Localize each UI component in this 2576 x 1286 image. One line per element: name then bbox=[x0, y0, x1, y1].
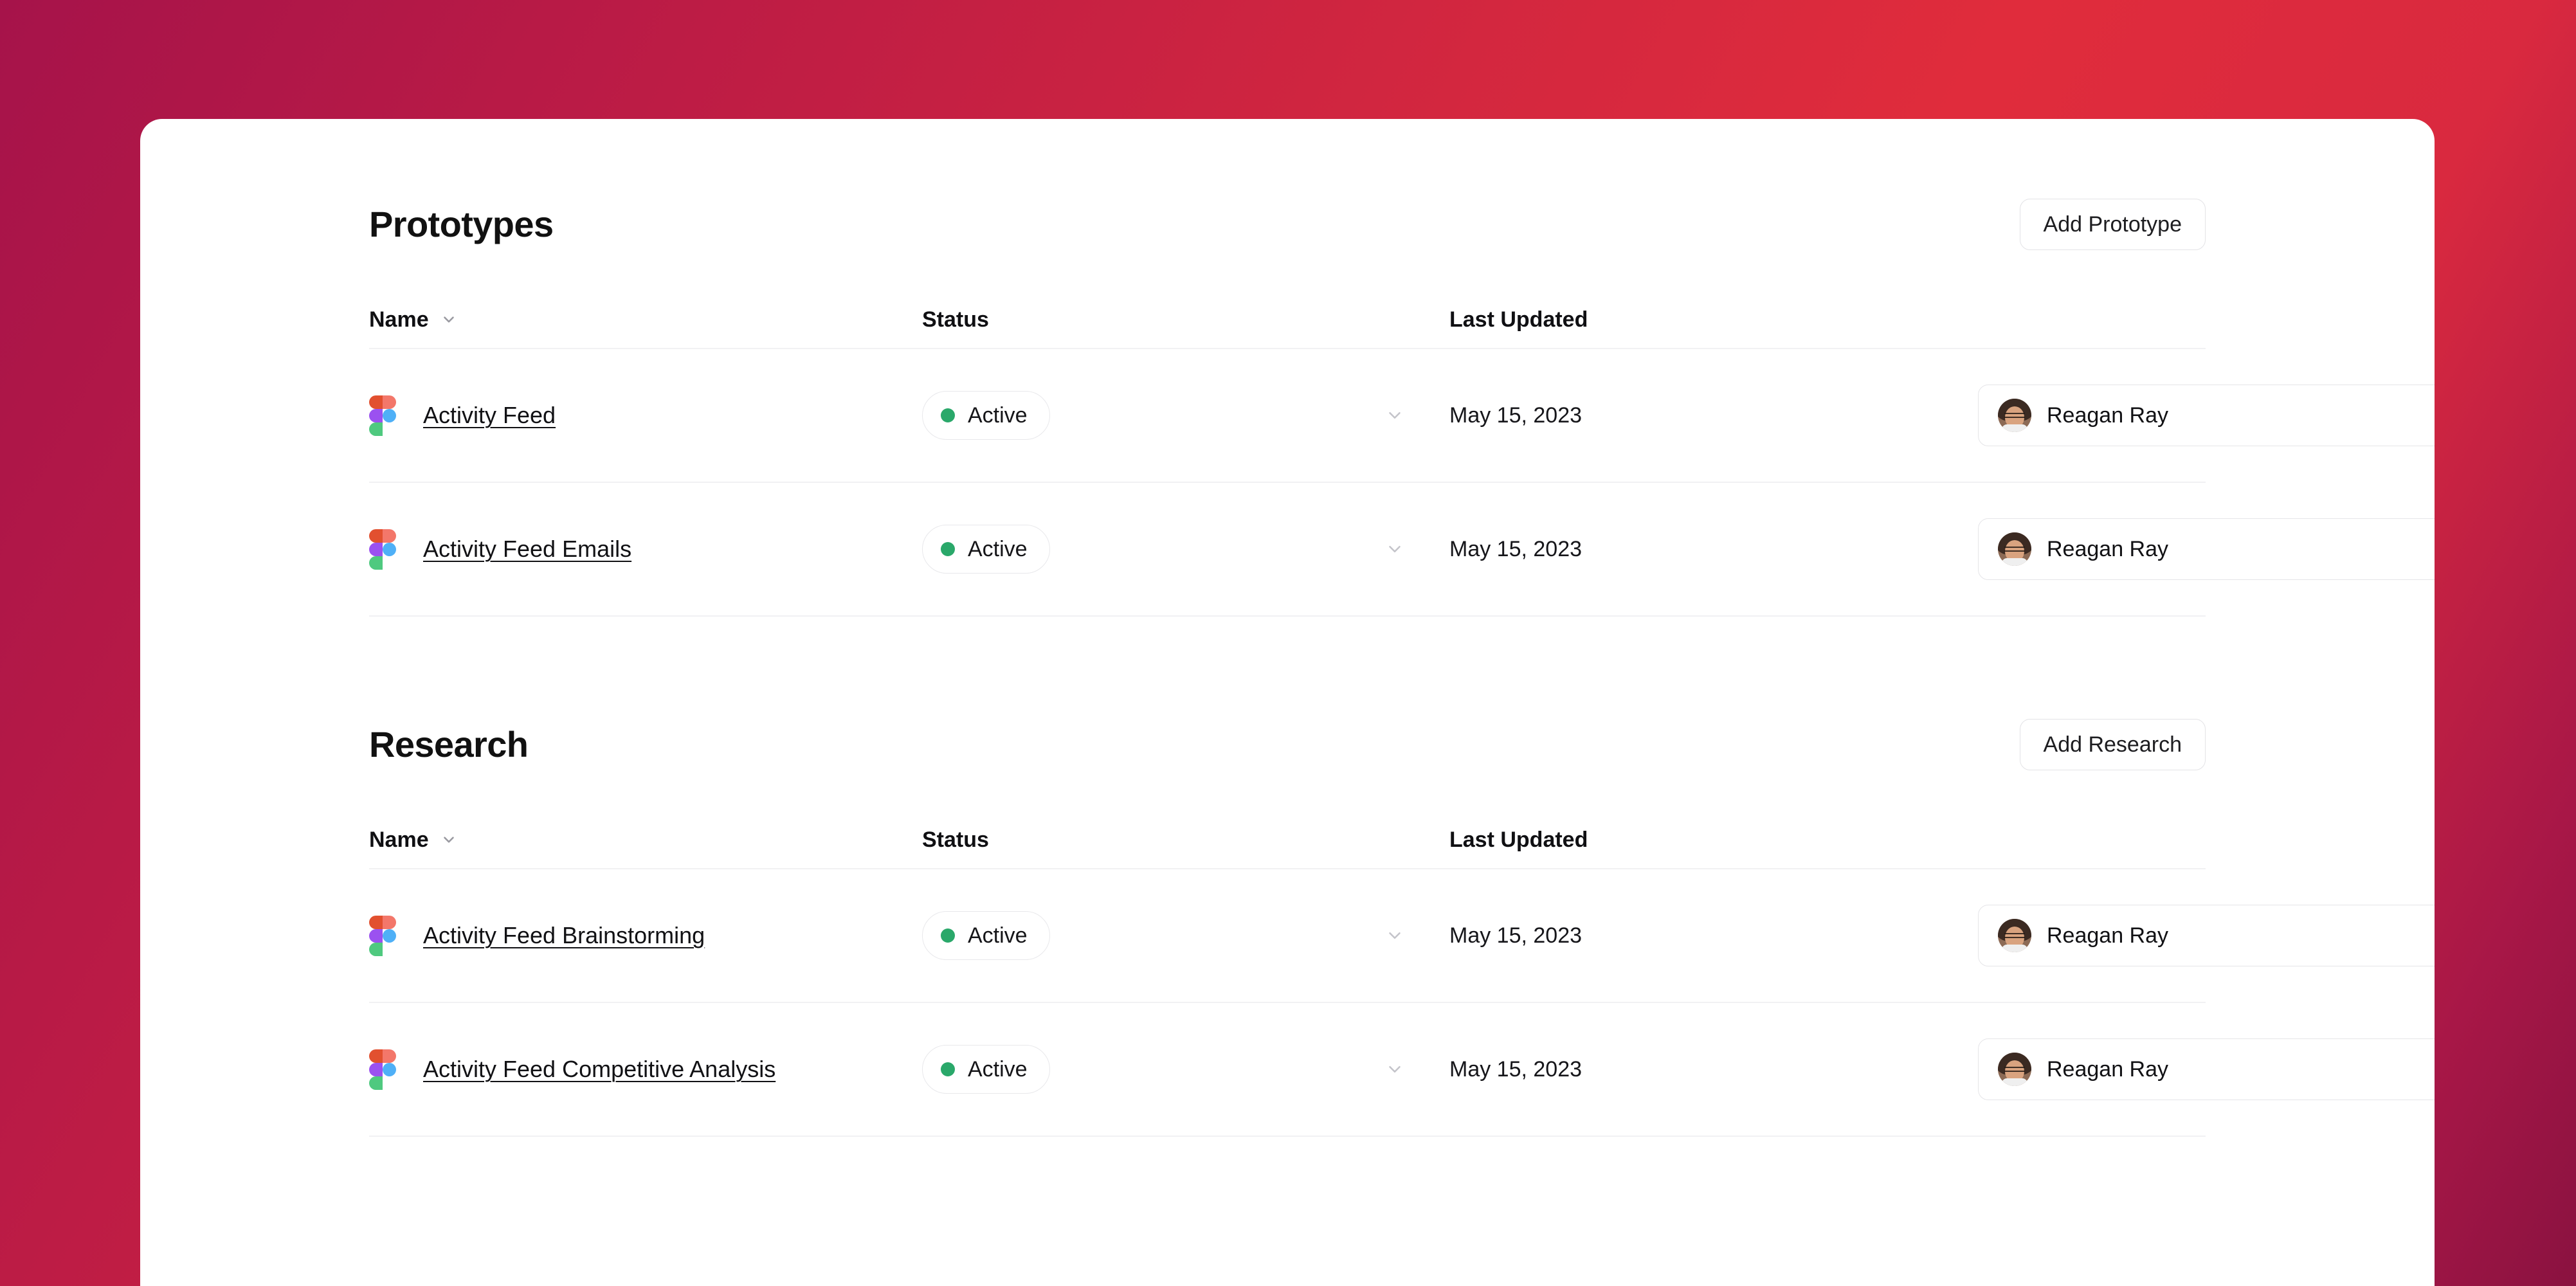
column-header-last-updated: Last Updated bbox=[1449, 307, 1588, 332]
prototype-name-link[interactable]: Activity Feed Emails bbox=[423, 536, 631, 563]
add-research-button[interactable]: Add Research bbox=[2019, 719, 2206, 770]
status-chevron-down-icon[interactable] bbox=[1385, 406, 1404, 425]
column-header-name[interactable]: Name bbox=[369, 828, 922, 853]
status-badge[interactable]: Active bbox=[922, 391, 1050, 440]
chevron-down-icon[interactable] bbox=[440, 311, 457, 328]
table-header-row: Name Status Last Updated bbox=[369, 811, 2206, 869]
status-dot-icon bbox=[941, 542, 955, 556]
column-header-last-updated: Last Updated bbox=[1449, 827, 1588, 852]
chevron-down-icon[interactable] bbox=[440, 831, 457, 848]
owner-name: Reagan Ray bbox=[2047, 1056, 2169, 1082]
figma-icon bbox=[369, 395, 396, 436]
table-header-row: Name Status Last Updated bbox=[369, 291, 2206, 349]
cell-last-updated: May 15, 2023 bbox=[1449, 923, 1583, 948]
status-chevron-down-icon[interactable] bbox=[1385, 1060, 1404, 1079]
table-row: Activity Feed Brainstorming Active May 1… bbox=[369, 869, 2435, 1003]
column-header-status: Status bbox=[922, 827, 989, 852]
research-table: Name Status Last Updated Activity Feed B… bbox=[369, 811, 2435, 1137]
owner-select[interactable]: Reagan Ray bbox=[1978, 1038, 2435, 1100]
column-header-status: Status bbox=[922, 307, 989, 332]
content-card: Prototypes Add Prototype Name Status Las… bbox=[140, 119, 2435, 1286]
cell-last-updated: May 15, 2023 bbox=[1449, 536, 1583, 561]
research-name-link[interactable]: Activity Feed Brainstorming bbox=[423, 922, 705, 949]
owner-select[interactable]: Reagan Ray bbox=[1978, 905, 2435, 966]
owner-select[interactable]: Reagan Ray bbox=[1978, 385, 2435, 446]
column-header-name-label: Name bbox=[369, 827, 429, 852]
cell-name: Activity Feed bbox=[369, 395, 922, 436]
cell-name: Activity Feed Emails bbox=[369, 529, 922, 570]
avatar bbox=[1998, 919, 2031, 952]
status-dot-icon bbox=[941, 1062, 955, 1076]
table-row: Activity Feed Competitive Analysis Activ… bbox=[369, 1003, 2435, 1137]
owner-name: Reagan Ray bbox=[2047, 923, 2169, 948]
owner-name: Reagan Ray bbox=[2047, 403, 2169, 428]
status-badge[interactable]: Active bbox=[922, 1045, 1050, 1094]
owner-select[interactable]: Reagan Ray bbox=[1978, 518, 2435, 580]
status-chevron-down-icon[interactable] bbox=[1385, 926, 1404, 945]
section-title-research: Research bbox=[369, 724, 529, 765]
table-row: Activity Feed Emails Active May 15, 2023 bbox=[369, 483, 2435, 617]
cell-owner: Reagan Ray bbox=[1978, 905, 2435, 966]
cell-status: Active bbox=[922, 1045, 1449, 1094]
figma-icon bbox=[369, 529, 396, 570]
page-title: Prototypes bbox=[369, 204, 554, 244]
column-header-name[interactable]: Name bbox=[369, 307, 922, 332]
cell-status: Active bbox=[922, 911, 1449, 960]
section-prototypes: Prototypes Add Prototype Name Status Las… bbox=[369, 190, 2435, 617]
status-dot-icon bbox=[941, 928, 955, 943]
avatar bbox=[1998, 1053, 2031, 1086]
status-badge[interactable]: Active bbox=[922, 911, 1050, 960]
figma-icon bbox=[369, 916, 396, 956]
column-header-name-label: Name bbox=[369, 307, 429, 332]
status-label: Active bbox=[968, 923, 1028, 948]
cell-last-updated: May 15, 2023 bbox=[1449, 403, 1583, 428]
cell-status: Active bbox=[922, 391, 1449, 440]
status-label: Active bbox=[968, 1056, 1028, 1082]
section-header: Research Add Research bbox=[369, 710, 2206, 779]
cell-name: Activity Feed Competitive Analysis bbox=[369, 1049, 922, 1090]
prototype-name-link[interactable]: Activity Feed bbox=[423, 402, 556, 429]
avatar bbox=[1998, 399, 2031, 432]
section-research: Research Add Research Name Status Last U… bbox=[369, 710, 2435, 1137]
owner-name: Reagan Ray bbox=[2047, 536, 2169, 561]
status-dot-icon bbox=[941, 408, 955, 422]
avatar bbox=[1998, 532, 2031, 566]
research-name-link[interactable]: Activity Feed Competitive Analysis bbox=[423, 1056, 776, 1083]
add-prototype-button[interactable]: Add Prototype bbox=[2019, 199, 2206, 250]
status-chevron-down-icon[interactable] bbox=[1385, 539, 1404, 559]
cell-status: Active bbox=[922, 525, 1449, 574]
cell-owner: Reagan Ray bbox=[1978, 1038, 2435, 1100]
prototypes-table: Name Status Last Updated Activity Feed A… bbox=[369, 291, 2435, 617]
status-label: Active bbox=[968, 403, 1028, 428]
figma-icon bbox=[369, 1049, 396, 1090]
cell-name: Activity Feed Brainstorming bbox=[369, 916, 922, 956]
cell-owner: Reagan Ray bbox=[1978, 385, 2435, 446]
status-badge[interactable]: Active bbox=[922, 525, 1050, 574]
cell-last-updated: May 15, 2023 bbox=[1449, 1056, 1583, 1082]
table-row: Activity Feed Active May 15, 2023 Reagan… bbox=[369, 349, 2435, 483]
status-label: Active bbox=[968, 536, 1028, 561]
section-header: Prototypes Add Prototype bbox=[369, 190, 2206, 259]
cell-owner: Reagan Ray bbox=[1978, 518, 2435, 580]
